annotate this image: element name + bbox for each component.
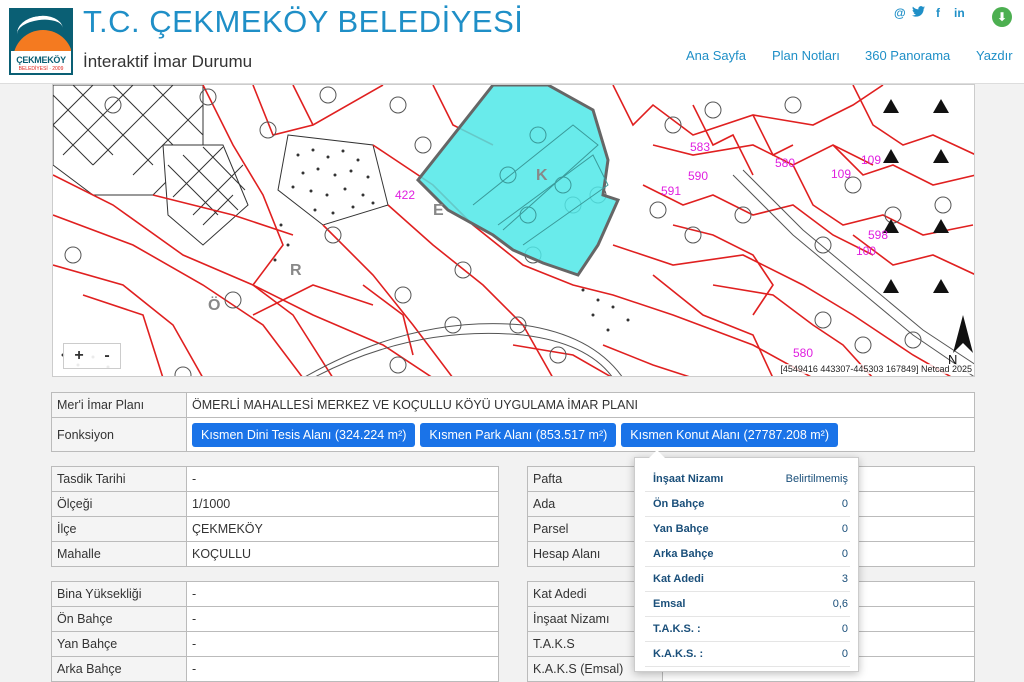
build-value: - (186, 581, 499, 607)
plan-table: Mer'i İmar Planı ÖMERLİ MAHALLESİ MERKEZ… (51, 392, 975, 452)
facebook-icon[interactable]: f (936, 6, 940, 20)
build-label: Arka Bahçe (51, 656, 187, 682)
svg-text:580: 580 (793, 346, 813, 360)
build-value: - (186, 656, 499, 682)
svg-text:R: R (290, 262, 302, 279)
function-dini-tesis-button[interactable]: Kısmen Dini Tesis Alanı (324.224 m²) (192, 422, 416, 447)
info-label: İlçe (51, 516, 187, 542)
svg-text:Ö: Ö (208, 295, 220, 314)
top-nav: Ana Sayfa Plan Notları 360 Panorama Yazd… (0, 48, 1024, 64)
svg-text:K: K (536, 167, 548, 184)
info-value: 1/1000 (186, 491, 499, 517)
info-label: Ölçeği (51, 491, 187, 517)
nav-360-panorama[interactable]: 360 Panorama (865, 48, 950, 63)
triangle-symbols (883, 99, 949, 293)
svg-text:109: 109 (831, 167, 851, 181)
popup-row: T.A.K.S. :0 (645, 617, 850, 642)
svg-text:580: 580 (775, 156, 795, 170)
info-label: Tasdik Tarihi (51, 466, 187, 492)
popup-row: Ön Bahçe 0 (645, 492, 850, 517)
at-icon[interactable]: @ (894, 6, 906, 20)
map-coordinates: [4549416 443307-445303 167849] Netcad 20… (780, 364, 972, 374)
header: ÇEKMEKÖY BELEDİYESİ · 2009 T.C. ÇEKMEKÖY… (0, 0, 1024, 84)
logo-subtext: BELEDİYESİ · 2009 (18, 66, 64, 72)
popup-row: Emsal 0,6 (645, 592, 850, 617)
build-value: - (186, 606, 499, 632)
cekmekoy-logo[interactable]: ÇEKMEKÖY BELEDİYESİ · 2009 (9, 8, 73, 75)
info-value: KOÇULLU (186, 541, 499, 567)
svg-text:100: 100 (856, 244, 876, 258)
map-canvas[interactable]: 422 583 580 590 591 109 109 598 100 580 … (53, 85, 975, 377)
function-park-button[interactable]: Kısmen Park Alanı (853.517 m²) (420, 422, 617, 447)
north-arrow-icon: N (948, 315, 973, 367)
twitter-icon[interactable] (912, 6, 925, 20)
build-label: Bina Yüksekliği (51, 581, 187, 607)
build-value: - (186, 631, 499, 657)
konut-details-popup: İnşaat Nizamı Belirtilmemiş Ön Bahçe 0 Yan… (634, 450, 859, 672)
zoning-map[interactable]: 422 583 580 590 591 109 109 598 100 580 … (52, 84, 975, 377)
popup-row: K.A.K.S. :0 (645, 642, 850, 667)
build-label: Yan Bahçe (51, 631, 187, 657)
zoom-in-button[interactable]: + (66, 346, 92, 366)
svg-text:591: 591 (661, 184, 681, 198)
svg-text:598: 598 (868, 228, 888, 242)
info-value: ÇEKMEKÖY (186, 516, 499, 542)
build-label: Ön Bahçe (51, 606, 187, 632)
zoom-out-button[interactable]: - (94, 346, 120, 366)
crosshatch-zone (53, 85, 249, 246)
zoom-control: + - (63, 343, 121, 369)
download-icon[interactable]: ⬇ (992, 7, 1012, 27)
popup-row: İnşaat Nizamı Belirtilmemiş (645, 467, 850, 492)
popup-row: Kat Adedi 3 (645, 567, 850, 592)
info-label: Mahalle (51, 541, 187, 567)
function-buttons: Kısmen Dini Tesis Alanı (324.224 m²) Kısm… (186, 417, 975, 452)
info-left-table: Tasdik Tarihi - Ölçeği 1/1000 İlçe ÇEKMEKÖY… (51, 466, 499, 567)
popup-row: Yan Bahçe 0 (645, 517, 850, 542)
nav-plan-notlari[interactable]: Plan Notları (772, 48, 840, 63)
svg-text:583: 583 (690, 140, 710, 154)
plan-label: Mer'i İmar Planı (51, 392, 187, 418)
svg-text:590: 590 (688, 169, 708, 183)
nav-yazdir[interactable]: Yazdır (976, 48, 1013, 63)
nav-ana-sayfa[interactable]: Ana Sayfa (686, 48, 746, 63)
svg-text:E: E (433, 202, 444, 219)
linkedin-icon[interactable]: in (954, 6, 965, 20)
plan-value: ÖMERLİ MAHALLESİ MERKEZ VE KOÇULLU KÖYÜ … (186, 392, 975, 418)
function-konut-button[interactable]: Kısmen Konut Alanı (27787.208 m²) (621, 422, 839, 447)
page-title: T.C. ÇEKMEKÖY BELEDİYESİ (83, 4, 524, 39)
svg-text:422: 422 (395, 188, 415, 202)
info-value: - (186, 466, 499, 492)
popup-row: Arka Bahçe 0 (645, 542, 850, 567)
svg-text:109: 109 (861, 153, 881, 167)
function-label: Fonksiyon (51, 417, 187, 452)
popup-arrow (649, 450, 665, 458)
